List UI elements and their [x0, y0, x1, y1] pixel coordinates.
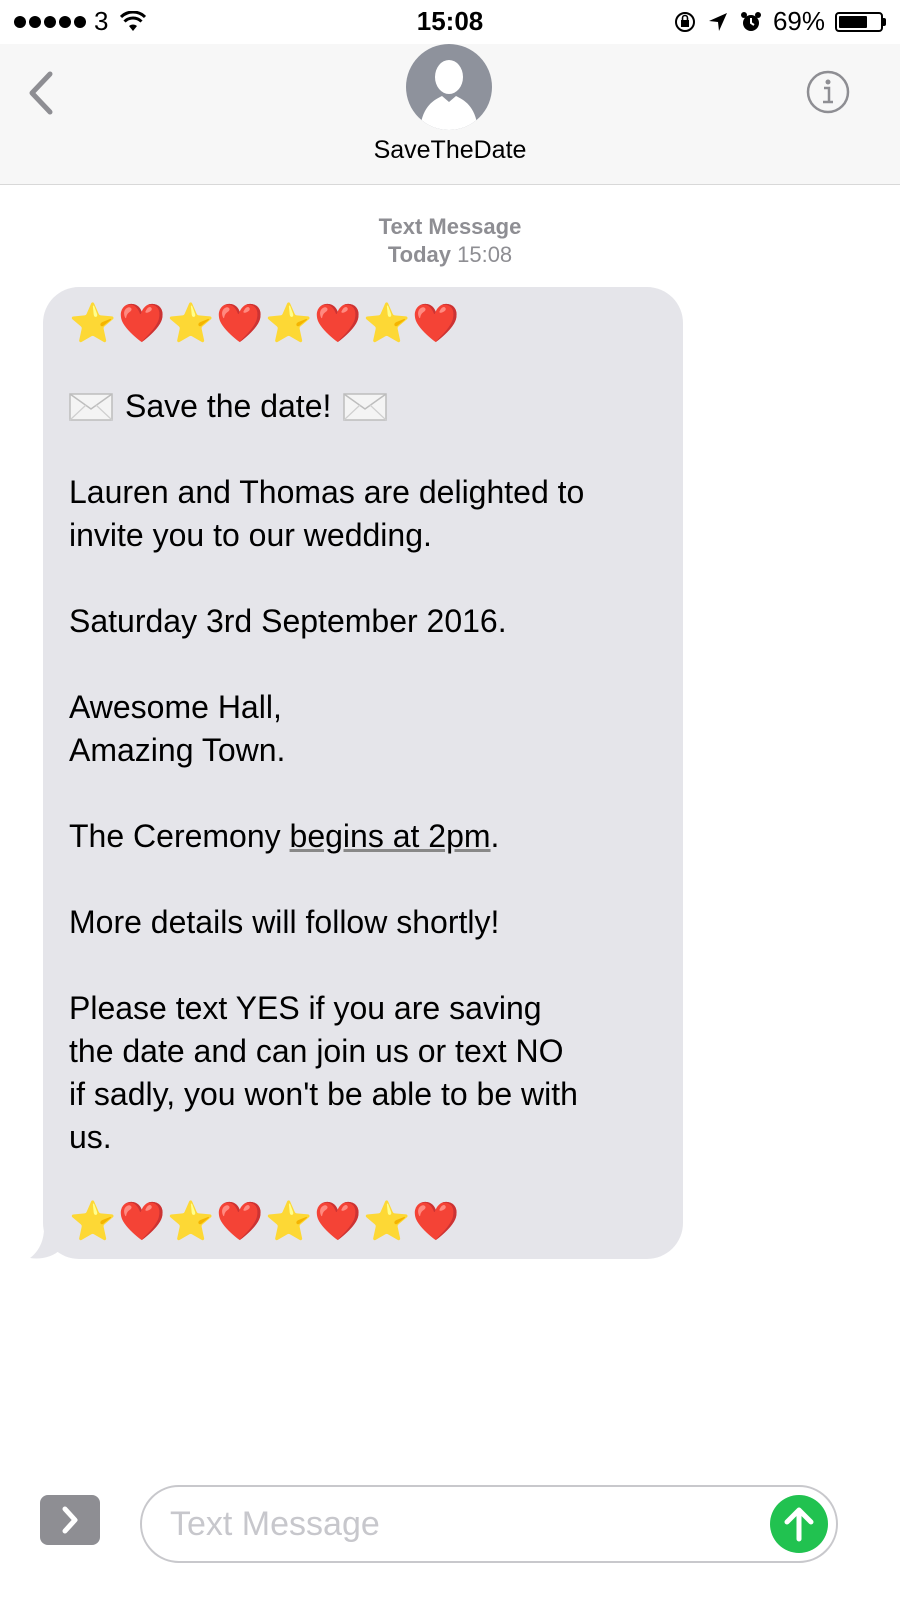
- rotation-lock-icon: [674, 11, 695, 32]
- time-label: 15:08: [457, 242, 513, 267]
- star-emoji: ⭐: [69, 303, 117, 345]
- subject-text: Save the date!: [125, 388, 332, 424]
- message-details-text: More details will follow shortly!: [69, 904, 500, 940]
- battery-level-fill: [839, 15, 867, 28]
- message-input[interactable]: Text Message: [140, 1485, 838, 1563]
- chevron-right-icon: [62, 1506, 78, 1534]
- star-emoji: ⭐: [363, 303, 411, 345]
- battery-icon: [835, 11, 883, 32]
- star-emoji: ⭐: [69, 1201, 117, 1243]
- message-invite-text: Lauren and Thomas are delighted to invit…: [69, 474, 585, 553]
- star-emoji: ⭐: [363, 1201, 411, 1243]
- heart-emoji: ❤️: [412, 1201, 460, 1243]
- heart-emoji: ❤️: [314, 1201, 362, 1243]
- status-bar: 3 15:08 69%: [0, 0, 900, 44]
- message-rsvp-text: Please text YES if you are saving the da…: [69, 990, 578, 1155]
- heart-emoji: ❤️: [118, 303, 166, 345]
- ceremony-time-link[interactable]: begins at 2pm: [290, 818, 491, 854]
- ceremony-prefix: The Ceremony: [69, 818, 290, 854]
- envelope-icon: [69, 392, 113, 421]
- send-button[interactable]: [770, 1495, 828, 1553]
- contact-name[interactable]: SaveTheDate: [0, 136, 900, 165]
- star-emoji: ⭐: [265, 1201, 313, 1243]
- star-emoji: ⭐: [265, 303, 313, 345]
- message-meta: Text Message Today 15:08: [0, 213, 900, 269]
- heart-emoji: ❤️: [118, 1201, 166, 1243]
- battery-percent: 69%: [772, 6, 825, 36]
- apps-expand-button[interactable]: [40, 1495, 100, 1545]
- incoming-message-bubble[interactable]: ⭐ ❤️ ⭐ ❤️ ⭐ ❤️ ⭐ ❤️ Save the date! Lauren and T…: [43, 287, 683, 1259]
- back-chevron-icon[interactable]: [22, 68, 62, 118]
- star-emoji: ⭐: [167, 1201, 215, 1243]
- heart-emoji: ❤️: [216, 1201, 264, 1243]
- alarm-icon: [740, 11, 761, 31]
- status-right: 69%: [673, 6, 886, 37]
- message-subject: Save the date!: [69, 385, 661, 428]
- message-venue-text: Awesome Hall, Amazing Town.: [69, 689, 286, 768]
- conversation-header: SaveTheDate: [0, 44, 900, 185]
- timestamp: Today 15:08: [0, 241, 900, 269]
- arrow-up-icon: [784, 1507, 814, 1542]
- message-date-text: Saturday 3rd September 2016.: [69, 603, 507, 639]
- ceremony-suffix: .: [490, 818, 500, 854]
- contact-avatar[interactable]: [406, 44, 492, 130]
- envelope-icon: [343, 392, 388, 421]
- location-arrow-icon: [708, 12, 727, 31]
- emoji-row-bottom: ⭐ ❤️ ⭐ ❤️ ⭐ ❤️ ⭐ ❤️: [69, 1197, 661, 1247]
- message-input-placeholder: Text Message: [170, 1505, 380, 1543]
- service-label: Text Message: [378, 214, 522, 239]
- heart-emoji: ❤️: [412, 303, 460, 345]
- emoji-row-top: ⭐ ❤️ ⭐ ❤️ ⭐ ❤️ ⭐ ❤️: [69, 299, 661, 349]
- battery-nub: [883, 17, 886, 26]
- info-icon[interactable]: [806, 70, 850, 114]
- person-silhouette-icon: [420, 60, 478, 130]
- heart-emoji: ❤️: [216, 303, 264, 345]
- heart-emoji: ❤️: [314, 303, 362, 345]
- message-ceremony-text: The Ceremony begins at 2pm.: [69, 815, 661, 858]
- day-label: Today: [387, 242, 451, 267]
- star-emoji: ⭐: [167, 303, 215, 345]
